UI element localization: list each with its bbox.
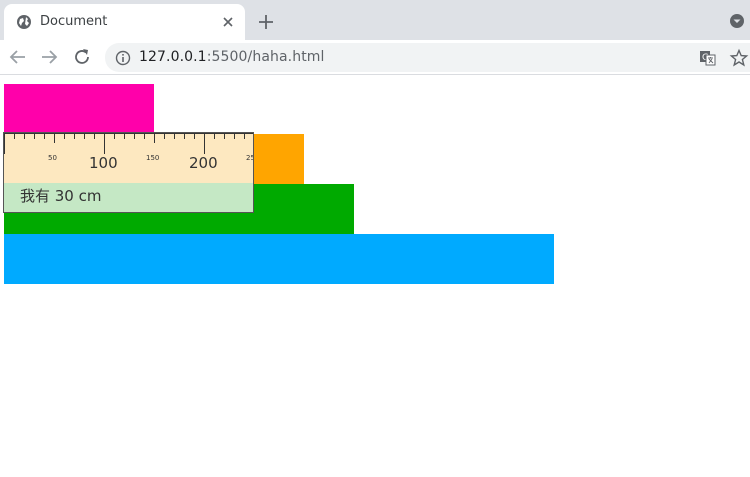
ruler-scale: 50 100 150 200 25 [4, 133, 255, 183]
pink-bar [4, 84, 154, 134]
translate-icon[interactable]: G [697, 48, 717, 68]
ruler-label-50: 50 [48, 154, 57, 162]
address-bar[interactable]: 127.0.0.1:5500/haha.html G [105, 43, 750, 72]
forward-icon[interactable] [38, 46, 60, 68]
url-text[interactable]: 127.0.0.1:5500/haha.html [139, 49, 325, 65]
new-tab-icon[interactable] [256, 12, 276, 32]
toolbar: 127.0.0.1:5500/haha.html G [0, 40, 750, 75]
globe-icon [17, 15, 31, 29]
ruler-ticks: 50 100 150 200 25 [4, 133, 255, 172]
ruler-label-25: 25 [246, 154, 253, 162]
ruler-caption: 我有 30 cm [20, 187, 102, 205]
url-path: :5500/haha.html [206, 49, 325, 65]
page-viewport: 50 100 150 200 25 我有 30 cm [0, 76, 750, 477]
bookmark-star-icon[interactable] [729, 48, 749, 68]
url-host: 127.0.0.1 [139, 49, 207, 65]
tab-strip: Document [0, 0, 750, 40]
ruler-label-100: 100 [89, 154, 118, 172]
close-icon[interactable] [220, 14, 236, 30]
active-tab[interactable]: Document [4, 4, 245, 40]
tab-title: Document [40, 14, 108, 29]
ruler-label-150: 150 [146, 154, 159, 162]
tab-search-icon[interactable] [728, 12, 746, 30]
blue-bar [4, 234, 554, 284]
reload-icon[interactable] [71, 46, 93, 68]
info-icon[interactable] [115, 50, 131, 66]
ruler-widget[interactable]: 50 100 150 200 25 我有 30 cm [3, 132, 255, 213]
ruler-label-200: 200 [189, 154, 218, 172]
back-icon[interactable] [7, 46, 29, 68]
